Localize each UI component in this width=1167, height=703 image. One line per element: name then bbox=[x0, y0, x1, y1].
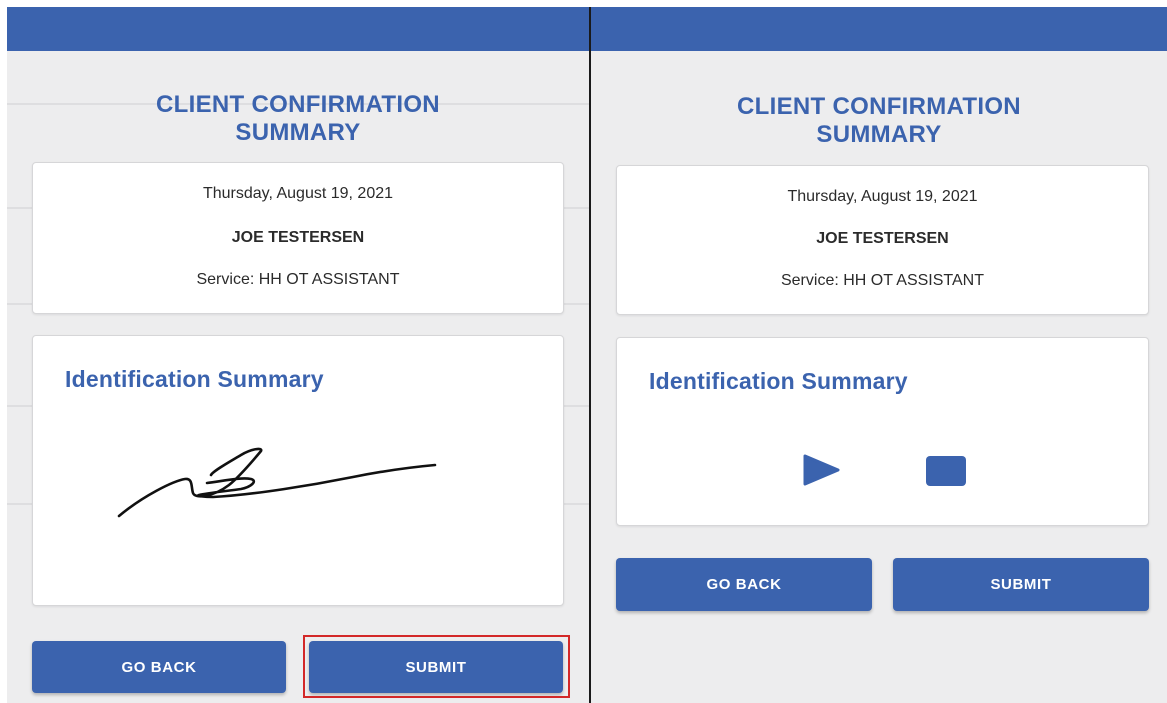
submit-highlight-box bbox=[303, 635, 570, 698]
service-name: Service: HH OT ASSISTANT bbox=[780, 272, 984, 289]
client-name: JOE TESTERSEN bbox=[231, 229, 365, 246]
submit-button[interactable]: SUBMIT bbox=[893, 558, 1149, 611]
page-title: CLIENT CONFIRMATION SUMMARY bbox=[591, 93, 1167, 149]
identification-summary-heading: Identification Summary bbox=[649, 368, 908, 394]
stop-icon[interactable] bbox=[925, 455, 967, 487]
go-back-button[interactable]: GO BACK bbox=[32, 641, 286, 693]
app-header-bar bbox=[591, 7, 1167, 51]
identification-summary-card: Identification Summary bbox=[616, 337, 1149, 526]
page-title-line-2: SUMMARY bbox=[816, 121, 942, 148]
play-icon[interactable] bbox=[802, 453, 842, 487]
client-name: JOE TESTERSEN bbox=[816, 230, 949, 247]
right-phone-screen: CLIENT CONFIRMATION SUMMARY Thursday, Au… bbox=[591, 7, 1167, 703]
identification-summary-heading: Identification Summary bbox=[65, 366, 324, 392]
client-signature bbox=[117, 447, 437, 518]
go-back-button[interactable]: GO BACK bbox=[616, 558, 872, 611]
page-title-line-1: CLIENT CONFIRMATION bbox=[156, 91, 440, 118]
appointment-date: Thursday, August 19, 2021 bbox=[202, 185, 394, 202]
client-summary-card: Thursday, August 19, 2021 JOE TESTERSEN … bbox=[616, 165, 1149, 315]
page-title-line-1: CLIENT CONFIRMATION bbox=[737, 93, 1021, 120]
app-header-bar bbox=[7, 7, 589, 51]
client-summary-card: Thursday, August 19, 2021 JOE TESTERSEN … bbox=[32, 162, 564, 314]
identification-summary-card: Identification Summary bbox=[32, 335, 564, 606]
left-phone-screen: CLIENT CONFIRMATION SUMMARY Thursday, Au… bbox=[7, 7, 591, 703]
page-title: CLIENT CONFIRMATION SUMMARY bbox=[7, 91, 589, 147]
service-name: Service: HH OT ASSISTANT bbox=[196, 271, 400, 288]
page-title-line-2: SUMMARY bbox=[235, 119, 361, 146]
appointment-date: Thursday, August 19, 2021 bbox=[787, 188, 978, 205]
